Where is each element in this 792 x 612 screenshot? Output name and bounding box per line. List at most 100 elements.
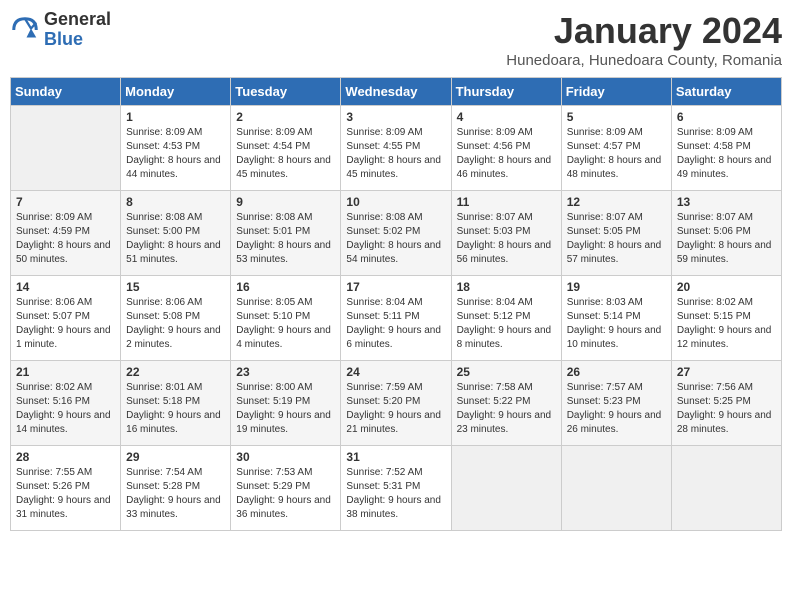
calendar-subtitle: Hunedoara, Hunedoara County, Romania bbox=[506, 52, 782, 69]
day-info: Sunrise: 8:07 AMSunset: 5:05 PMDaylight:… bbox=[567, 211, 666, 267]
day-info: Sunrise: 7:52 AMSunset: 5:31 PMDaylight:… bbox=[346, 466, 445, 522]
calendar-cell: 18Sunrise: 8:04 AMSunset: 5:12 PMDayligh… bbox=[451, 276, 561, 361]
day-info: Sunrise: 7:56 AMSunset: 5:25 PMDaylight:… bbox=[677, 381, 776, 437]
calendar-cell: 29 Sunrise: 7:54 AMSunset: 5:28 PMDayligh… bbox=[121, 446, 231, 531]
day-number: 8 bbox=[126, 195, 225, 209]
day-info: Sunrise: 8:09 AMSunset: 4:57 PMDaylight:… bbox=[567, 126, 666, 182]
day-number: 29 bbox=[126, 450, 225, 464]
header: General Blue January 2024 Hunedoara, Hun… bbox=[10, 10, 782, 69]
logo: General Blue bbox=[10, 10, 111, 50]
day-info: Sunrise: 8:09 AMSunset: 4:54 PMDaylight:… bbox=[236, 126, 335, 182]
day-number: 15 bbox=[126, 280, 225, 294]
day-number: 26 bbox=[567, 365, 666, 379]
day-number: 24 bbox=[346, 365, 445, 379]
day-info: Sunrise: 8:00 AMSunset: 5:19 PMDaylight:… bbox=[236, 381, 335, 437]
calendar-cell: 24 Sunrise: 7:59 AMSunset: 5:20 PMDayligh… bbox=[341, 361, 451, 446]
calendar-header: SundayMondayTuesdayWednesdayThursdayFrid… bbox=[11, 78, 782, 106]
calendar-cell bbox=[11, 106, 121, 191]
day-info: Sunrise: 8:06 AMSunset: 5:07 PMDaylight:… bbox=[16, 296, 115, 352]
calendar-cell: 30Sunrise: 7:53 AMSunset: 5:29 PMDayligh… bbox=[231, 446, 341, 531]
day-number: 1 bbox=[126, 110, 225, 124]
week-row-4: 28 Sunrise: 7:55 AMSunset: 5:26 PMDayligh… bbox=[11, 446, 782, 531]
header-day-wednesday: Wednesday bbox=[341, 78, 451, 106]
day-info: Sunrise: 8:01 AMSunset: 5:18 PMDaylight:… bbox=[126, 381, 225, 437]
day-info: Sunrise: 8:08 AMSunset: 5:01 PMDaylight:… bbox=[236, 211, 335, 267]
day-info: Sunrise: 7:58 AMSunset: 5:22 PMDaylight:… bbox=[457, 381, 556, 437]
calendar-cell: 9 Sunrise: 8:08 AMSunset: 5:01 PMDaylight… bbox=[231, 191, 341, 276]
day-info: Sunrise: 8:02 AMSunset: 5:16 PMDaylight:… bbox=[16, 381, 115, 437]
day-number: 13 bbox=[677, 195, 776, 209]
calendar-cell bbox=[451, 446, 561, 531]
header-day-saturday: Saturday bbox=[671, 78, 781, 106]
day-number: 20 bbox=[677, 280, 776, 294]
calendar-cell bbox=[561, 446, 671, 531]
day-info: Sunrise: 8:08 AMSunset: 5:00 PMDaylight:… bbox=[126, 211, 225, 267]
calendar-cell: 13Sunrise: 8:07 AMSunset: 5:06 PMDayligh… bbox=[671, 191, 781, 276]
calendar-body: 1Sunrise: 8:09 AMSunset: 4:53 PMDaylight… bbox=[11, 106, 782, 531]
day-info: Sunrise: 8:07 AMSunset: 5:03 PMDaylight:… bbox=[457, 211, 556, 267]
day-info: Sunrise: 8:04 AMSunset: 5:12 PMDaylight:… bbox=[457, 296, 556, 352]
logo-text: General Blue bbox=[44, 10, 111, 50]
day-number: 28 bbox=[16, 450, 115, 464]
day-number: 9 bbox=[236, 195, 335, 209]
day-info: Sunrise: 8:08 AMSunset: 5:02 PMDaylight:… bbox=[346, 211, 445, 267]
week-row-0: 1Sunrise: 8:09 AMSunset: 4:53 PMDaylight… bbox=[11, 106, 782, 191]
calendar-cell: 16Sunrise: 8:05 AMSunset: 5:10 PMDayligh… bbox=[231, 276, 341, 361]
day-number: 12 bbox=[567, 195, 666, 209]
day-number: 4 bbox=[457, 110, 556, 124]
calendar-cell: 22 Sunrise: 8:01 AMSunset: 5:18 PMDayligh… bbox=[121, 361, 231, 446]
title-block: January 2024 Hunedoara, Hunedoara County… bbox=[506, 10, 782, 69]
day-info: Sunrise: 7:59 AMSunset: 5:20 PMDaylight:… bbox=[346, 381, 445, 437]
calendar-title: January 2024 bbox=[506, 10, 782, 52]
day-number: 22 bbox=[126, 365, 225, 379]
calendar-cell: 31 Sunrise: 7:52 AMSunset: 5:31 PMDayligh… bbox=[341, 446, 451, 531]
calendar-cell: 21 Sunrise: 8:02 AMSunset: 5:16 PMDayligh… bbox=[11, 361, 121, 446]
calendar-cell: 14Sunrise: 8:06 AMSunset: 5:07 PMDayligh… bbox=[11, 276, 121, 361]
calendar-cell: 11Sunrise: 8:07 AMSunset: 5:03 PMDayligh… bbox=[451, 191, 561, 276]
calendar-cell: 4 Sunrise: 8:09 AMSunset: 4:56 PMDaylight… bbox=[451, 106, 561, 191]
calendar-cell: 23 Sunrise: 8:00 AMSunset: 5:19 PMDayligh… bbox=[231, 361, 341, 446]
header-day-monday: Monday bbox=[121, 78, 231, 106]
calendar-cell: 26Sunrise: 7:57 AMSunset: 5:23 PMDayligh… bbox=[561, 361, 671, 446]
calendar-cell: 12 Sunrise: 8:07 AMSunset: 5:05 PMDayligh… bbox=[561, 191, 671, 276]
header-day-sunday: Sunday bbox=[11, 78, 121, 106]
logo-general: General bbox=[44, 10, 111, 30]
day-number: 6 bbox=[677, 110, 776, 124]
day-number: 31 bbox=[346, 450, 445, 464]
day-info: Sunrise: 7:55 AMSunset: 5:26 PMDaylight:… bbox=[16, 466, 115, 522]
header-row: SundayMondayTuesdayWednesdayThursdayFrid… bbox=[11, 78, 782, 106]
day-number: 2 bbox=[236, 110, 335, 124]
calendar-cell: 28 Sunrise: 7:55 AMSunset: 5:26 PMDayligh… bbox=[11, 446, 121, 531]
day-info: Sunrise: 8:03 AMSunset: 5:14 PMDaylight:… bbox=[567, 296, 666, 352]
calendar-cell: 8 Sunrise: 8:08 AMSunset: 5:00 PMDaylight… bbox=[121, 191, 231, 276]
day-info: Sunrise: 8:09 AMSunset: 4:58 PMDaylight:… bbox=[677, 126, 776, 182]
header-day-thursday: Thursday bbox=[451, 78, 561, 106]
day-number: 25 bbox=[457, 365, 556, 379]
day-info: Sunrise: 8:05 AMSunset: 5:10 PMDaylight:… bbox=[236, 296, 335, 352]
calendar-cell: 27Sunrise: 7:56 AMSunset: 5:25 PMDayligh… bbox=[671, 361, 781, 446]
day-number: 19 bbox=[567, 280, 666, 294]
calendar-cell: 7Sunrise: 8:09 AMSunset: 4:59 PMDaylight… bbox=[11, 191, 121, 276]
calendar-cell bbox=[671, 446, 781, 531]
calendar-cell: 2 Sunrise: 8:09 AMSunset: 4:54 PMDaylight… bbox=[231, 106, 341, 191]
day-number: 30 bbox=[236, 450, 335, 464]
day-number: 7 bbox=[16, 195, 115, 209]
week-row-1: 7Sunrise: 8:09 AMSunset: 4:59 PMDaylight… bbox=[11, 191, 782, 276]
day-info: Sunrise: 7:54 AMSunset: 5:28 PMDaylight:… bbox=[126, 466, 225, 522]
day-number: 21 bbox=[16, 365, 115, 379]
day-number: 23 bbox=[236, 365, 335, 379]
calendar-cell: 20Sunrise: 8:02 AMSunset: 5:15 PMDayligh… bbox=[671, 276, 781, 361]
day-number: 10 bbox=[346, 195, 445, 209]
header-day-tuesday: Tuesday bbox=[231, 78, 341, 106]
day-info: Sunrise: 8:04 AMSunset: 5:11 PMDaylight:… bbox=[346, 296, 445, 352]
calendar-cell: 15 Sunrise: 8:06 AMSunset: 5:08 PMDayligh… bbox=[121, 276, 231, 361]
day-number: 17 bbox=[346, 280, 445, 294]
calendar-cell: 3Sunrise: 8:09 AMSunset: 4:55 PMDaylight… bbox=[341, 106, 451, 191]
calendar-cell: 5Sunrise: 8:09 AMSunset: 4:57 PMDaylight… bbox=[561, 106, 671, 191]
week-row-2: 14Sunrise: 8:06 AMSunset: 5:07 PMDayligh… bbox=[11, 276, 782, 361]
day-info: Sunrise: 8:06 AMSunset: 5:08 PMDaylight:… bbox=[126, 296, 225, 352]
calendar-cell: 17 Sunrise: 8:04 AMSunset: 5:11 PMDayligh… bbox=[341, 276, 451, 361]
day-info: Sunrise: 8:09 AMSunset: 4:56 PMDaylight:… bbox=[457, 126, 556, 182]
calendar-cell: 19 Sunrise: 8:03 AMSunset: 5:14 PMDayligh… bbox=[561, 276, 671, 361]
calendar-cell: 25 Sunrise: 7:58 AMSunset: 5:22 PMDayligh… bbox=[451, 361, 561, 446]
